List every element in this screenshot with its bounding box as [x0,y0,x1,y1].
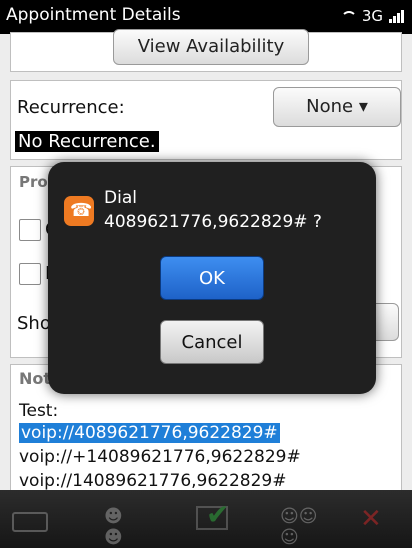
dialog-number: 4089621776,9622829# ? [104,212,322,232]
contacts-icon[interactable] [102,504,146,548]
dialog-overlay: Dial 4089621776,9622829# ? OK Cancel [0,0,412,548]
phone-icon [64,196,94,226]
close-icon[interactable] [356,504,400,534]
dialog-title: Dial [104,188,137,208]
invite-icon[interactable] [280,504,326,548]
dial-dialog: Dial 4089621776,9622829# ? OK Cancel [48,162,376,394]
save-icon[interactable] [196,498,240,534]
ok-button[interactable]: OK [160,256,264,300]
cancel-button[interactable]: Cancel [160,320,264,364]
bottom-toolbar [0,490,412,548]
keyboard-icon[interactable] [6,504,50,534]
